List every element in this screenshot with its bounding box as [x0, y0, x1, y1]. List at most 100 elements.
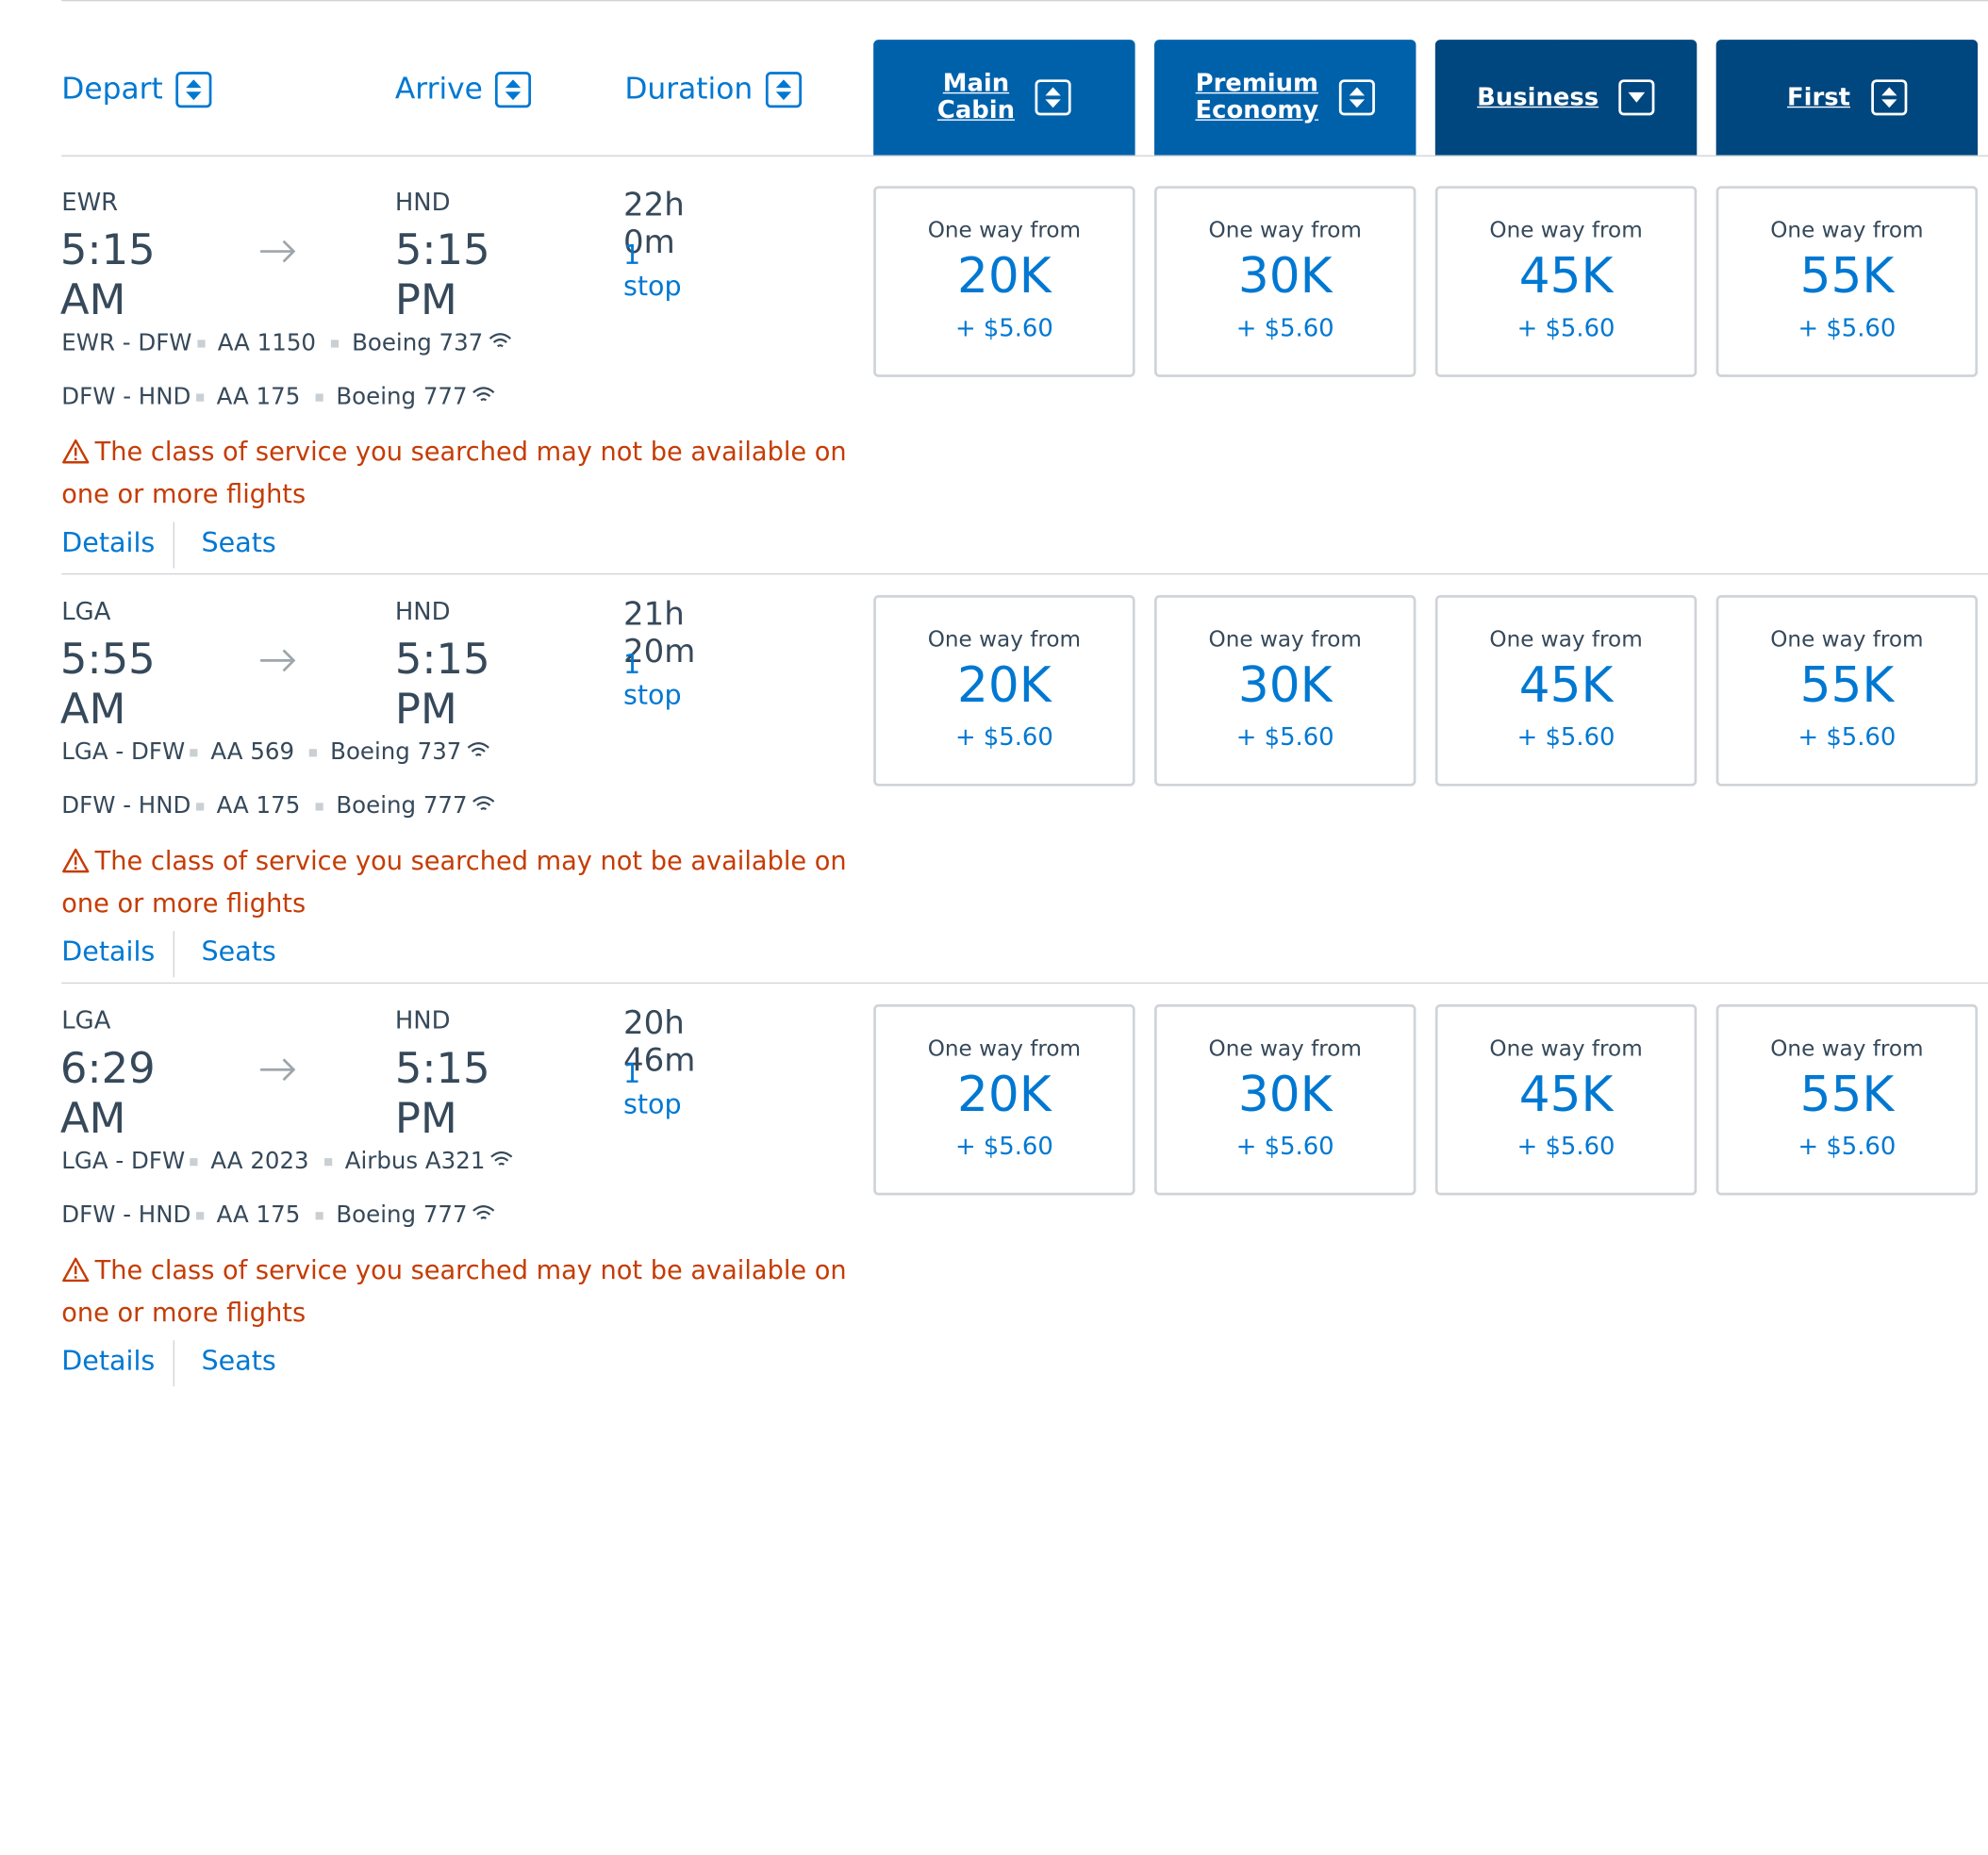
- sort-updown-icon[interactable]: [1035, 79, 1071, 116]
- row-divider: [61, 982, 1988, 985]
- warning-icon: [61, 436, 94, 467]
- fare-tax: + $5.60: [1516, 1132, 1615, 1161]
- sort-arrive[interactable]: Arrive: [395, 72, 532, 108]
- stops-link[interactable]: 1 stop: [623, 1058, 682, 1119]
- fare-card[interactable]: One way from 30K + $5.60: [1154, 186, 1416, 377]
- depart-time: 5:55 AM: [59, 633, 156, 734]
- fare-miles: 45K: [1518, 247, 1614, 305]
- fare-tax: + $5.60: [1797, 1132, 1897, 1161]
- segment-line: DFW - HND AA 175 Boeing 777: [61, 792, 495, 820]
- sort-down-icon[interactable]: [1618, 79, 1655, 116]
- depart-code: LGA: [61, 597, 111, 626]
- fare-card[interactable]: One way from 55K + $5.60: [1715, 1003, 1979, 1196]
- cabin-tab-0[interactable]: Main Cabin: [873, 40, 1135, 156]
- fare-card[interactable]: One way from 55K + $5.60: [1715, 186, 1979, 377]
- segment-flight: AA 175: [216, 383, 301, 411]
- details-link[interactable]: Details: [61, 527, 155, 558]
- separator-dot: [195, 1211, 204, 1219]
- fare-miles: 45K: [1518, 656, 1614, 714]
- segment-line: DFW - HND AA 175 Boeing 777: [61, 383, 496, 411]
- separator-dot: [331, 339, 340, 347]
- arrive-time: 5:15 PM: [394, 224, 490, 325]
- fare-miles: 30K: [1237, 656, 1333, 714]
- segment-route: LGA - DFW: [61, 1148, 186, 1175]
- fare-tax: + $5.60: [1235, 723, 1334, 752]
- wifi-icon: [468, 384, 496, 411]
- fare-card[interactable]: One way from 30K + $5.60: [1154, 1003, 1416, 1196]
- segment-route: DFW - HND: [61, 792, 191, 820]
- sort-updown-icon[interactable]: [1870, 79, 1907, 116]
- fare-from-label: One way from: [1489, 627, 1643, 654]
- wifi-icon: [468, 792, 496, 820]
- fare-tax: + $5.60: [1797, 723, 1897, 752]
- fare-card[interactable]: One way from 20K + $5.60: [873, 595, 1135, 787]
- sort-updown-icon[interactable]: [765, 72, 802, 108]
- warning-text: The class of service you searched may no…: [61, 845, 847, 919]
- separator-dot: [315, 802, 323, 810]
- segment-line: LGA - DFW AA 2023 Airbus A321: [61, 1148, 513, 1175]
- cabin-tab-label: Premium Economy: [1195, 69, 1319, 124]
- sort-duration[interactable]: Duration: [624, 72, 802, 108]
- segment-flight: AA 175: [216, 1201, 301, 1229]
- fare-tax: + $5.60: [1797, 314, 1897, 343]
- fare-miles: 55K: [1799, 1066, 1895, 1122]
- separator-dot: [309, 748, 318, 756]
- sort-duration-label: Duration: [624, 73, 754, 107]
- segment-aircraft: Boeing 737: [352, 329, 484, 357]
- separator-dot: [195, 802, 204, 810]
- separator-dot: [315, 392, 323, 401]
- depart-time: 5:15 AM: [59, 224, 156, 325]
- fare-tax: + $5.60: [954, 723, 1053, 752]
- fare-card[interactable]: One way from 45K + $5.60: [1434, 595, 1698, 787]
- seats-link[interactable]: Seats: [202, 1346, 276, 1377]
- stops-link[interactable]: 1 stop: [623, 240, 682, 301]
- wifi-icon: [461, 738, 489, 766]
- segment-route: EWR - DFW: [61, 329, 192, 357]
- fare-tax: + $5.60: [954, 314, 1053, 343]
- segment-line: LGA - DFW AA 569 Boeing 737: [61, 738, 489, 766]
- segment-route: DFW - HND: [61, 1201, 191, 1229]
- depart-code: LGA: [61, 1006, 111, 1035]
- fare-card[interactable]: One way from 30K + $5.60: [1154, 595, 1416, 787]
- sort-updown-icon[interactable]: [1338, 79, 1375, 116]
- segment-aircraft: Airbus A321: [344, 1148, 486, 1175]
- seats-link[interactable]: Seats: [202, 936, 276, 968]
- separator-dot: [195, 392, 204, 401]
- fare-tax: + $5.60: [1516, 314, 1615, 343]
- fare-card[interactable]: One way from 55K + $5.60: [1715, 595, 1979, 787]
- fare-from-label: One way from: [1770, 218, 1924, 244]
- fare-card[interactable]: One way from 45K + $5.60: [1434, 186, 1698, 377]
- availability-warning: The class of service you searched may no…: [61, 431, 856, 516]
- segment-flight: AA 1150: [217, 329, 316, 357]
- details-link[interactable]: Details: [61, 936, 155, 968]
- cabin-tab-3[interactable]: First: [1715, 40, 1979, 156]
- wifi-icon: [485, 1148, 513, 1175]
- separator-dot: [190, 748, 198, 756]
- fare-from-label: One way from: [1208, 627, 1362, 654]
- separator-dot: [196, 339, 206, 347]
- fare-card[interactable]: One way from 45K + $5.60: [1434, 1003, 1698, 1196]
- fare-miles: 45K: [1518, 1066, 1614, 1122]
- sort-updown-icon[interactable]: [495, 72, 532, 108]
- stops-link[interactable]: 1 stop: [623, 649, 682, 710]
- warning-icon: [61, 1254, 94, 1285]
- arrive-code: HND: [394, 597, 451, 626]
- seats-link[interactable]: Seats: [202, 527, 276, 558]
- sort-arrive-label: Arrive: [394, 73, 483, 107]
- fare-miles: 55K: [1799, 247, 1895, 305]
- cabin-tab-2[interactable]: Business: [1434, 40, 1698, 156]
- fare-from-label: One way from: [927, 218, 1082, 244]
- fare-card[interactable]: One way from 20K + $5.60: [873, 186, 1135, 377]
- fare-from-label: One way from: [927, 1035, 1082, 1063]
- wifi-icon: [483, 330, 511, 357]
- fare-from-label: One way from: [1489, 1035, 1643, 1063]
- sort-updown-icon[interactable]: [175, 72, 212, 108]
- segment-aircraft: Boeing 737: [330, 738, 462, 766]
- fare-card[interactable]: One way from 20K + $5.60: [873, 1003, 1135, 1196]
- segment-route: DFW - HND: [61, 383, 191, 411]
- arrive-code: HND: [394, 1006, 451, 1035]
- details-link[interactable]: Details: [61, 1346, 155, 1377]
- cabin-tab-1[interactable]: Premium Economy: [1154, 40, 1416, 156]
- sort-depart[interactable]: Depart: [61, 72, 212, 108]
- right-arrow-icon: [259, 229, 298, 274]
